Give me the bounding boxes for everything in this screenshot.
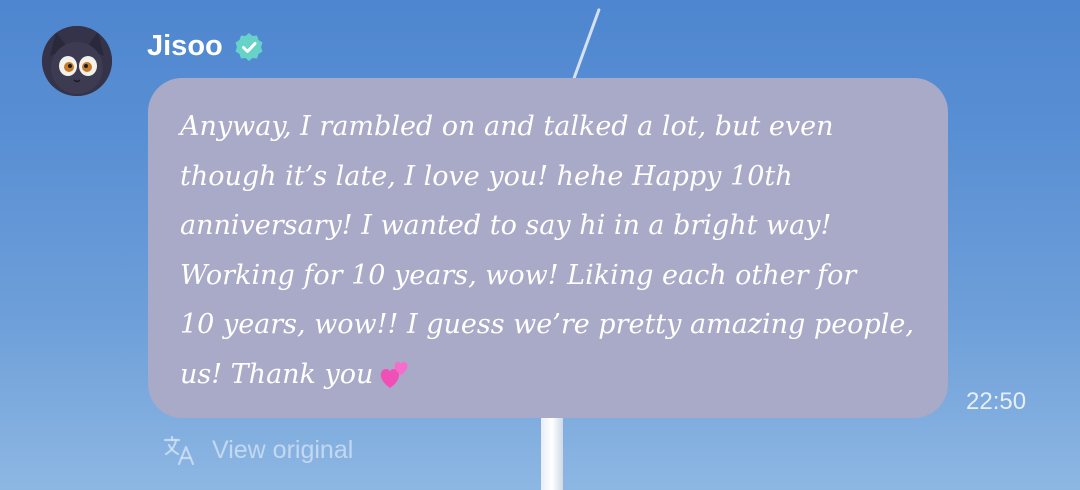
avatar[interactable] [42,26,112,96]
message-text: Anyway, I rambled on and talked a lot, b… [180,102,918,399]
two-hearts-icon [381,362,408,388]
message-bubble[interactable]: Anyway, I rambled on and talked a lot, b… [148,78,948,418]
view-original-label: View original [212,435,354,464]
message-line: Anyway, I rambled on and talked a lot, b… [180,111,834,142]
message-line: us! Thank you [180,358,374,390]
verified-badge-icon [235,32,263,61]
message-line: 10 years, wow!! I guess we’re pretty ama… [180,309,914,340]
message-line: Working for 10 years, wow! Liking each o… [180,259,857,291]
sender-name[interactable]: Jisoo [147,30,223,63]
cat-avatar-icon [42,26,112,96]
background-streak [570,8,601,85]
message-line: anniversary! I wanted to say hi in a bri… [180,210,832,241]
view-original-button[interactable]: View original [162,432,353,468]
message-line: though it’s late, I love you! hehe Happy… [180,160,793,192]
translate-icon [163,435,195,466]
message-timestamp: 22:50 [966,388,1027,415]
sender-header: Jisoo [147,30,265,63]
